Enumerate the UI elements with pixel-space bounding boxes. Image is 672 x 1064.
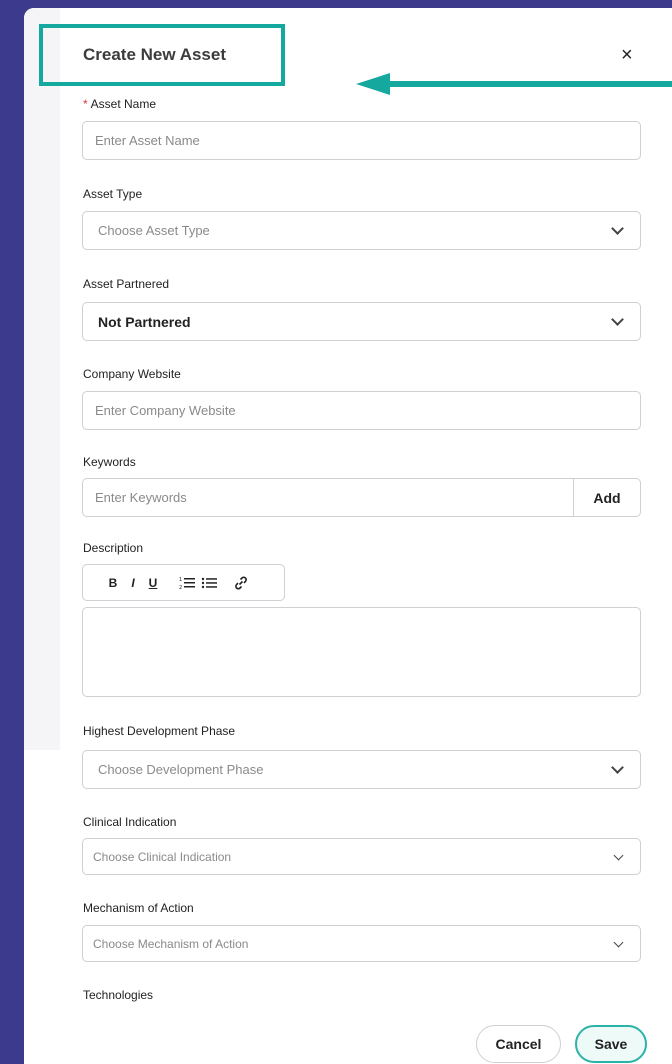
company-website-input[interactable]: Enter Company Website	[82, 391, 641, 430]
asset-type-select[interactable]: Choose Asset Type	[82, 211, 641, 250]
asset-partnered-value: Not Partnered	[98, 313, 191, 330]
company-website-label: Company Website	[83, 367, 181, 381]
mechanism-of-action-placeholder: Choose Mechanism of Action	[93, 936, 249, 951]
asset-partnered-select[interactable]: Not Partnered	[82, 302, 641, 341]
keywords-input[interactable]: Enter Keywords Add	[82, 478, 641, 517]
rich-text-toolbar: B I U 1 2	[82, 564, 285, 601]
svg-text:1: 1	[179, 577, 182, 583]
asset-name-placeholder: Enter Asset Name	[95, 133, 200, 148]
asset-type-label: Asset Type	[83, 187, 143, 201]
chevron-down-icon	[611, 760, 624, 774]
underline-icon[interactable]: U	[143, 576, 163, 590]
bullet-list-icon[interactable]	[201, 576, 219, 590]
link-icon[interactable]	[233, 575, 249, 591]
description-label: Description	[83, 541, 144, 555]
add-keyword-button[interactable]: Add	[573, 479, 640, 516]
cancel-button[interactable]: Cancel	[476, 1025, 561, 1063]
keywords-label: Keywords	[83, 455, 136, 469]
keywords-placeholder: Enter Keywords	[95, 490, 187, 505]
page-background	[0, 0, 24, 1064]
chevron-down-icon	[611, 312, 624, 326]
asset-name-label: * Asset Name	[83, 97, 157, 111]
chevron-down-icon	[613, 937, 624, 947]
asset-type-placeholder: Choose Asset Type	[98, 223, 210, 238]
clinical-indication-placeholder: Choose Clinical Indication	[93, 849, 232, 864]
development-phase-label: Highest Development Phase	[83, 724, 236, 738]
asset-name-input[interactable]: Enter Asset Name	[82, 121, 641, 160]
description-editor[interactable]	[82, 607, 641, 697]
chevron-down-icon	[611, 221, 624, 235]
mechanism-of-action-label: Mechanism of Action	[83, 901, 194, 915]
chevron-down-icon	[613, 850, 624, 860]
clinical-indication-select[interactable]: Choose Clinical Indication	[82, 838, 641, 875]
annotation-arrow-icon	[356, 73, 672, 95]
clinical-indication-label: Clinical Indication	[83, 815, 177, 829]
modal-title: Create New Asset	[83, 45, 226, 64]
development-phase-placeholder: Choose Development Phase	[98, 762, 264, 777]
modal-gutter	[24, 8, 60, 750]
asset-partnered-label: Asset Partnered	[83, 277, 170, 291]
company-website-placeholder: Enter Company Website	[95, 403, 236, 418]
italic-icon[interactable]: I	[123, 576, 143, 590]
mechanism-of-action-select[interactable]: Choose Mechanism of Action	[82, 925, 641, 962]
technologies-label: Technologies	[83, 988, 154, 1002]
bold-icon[interactable]: B	[103, 576, 123, 590]
close-icon[interactable]: ×	[621, 45, 633, 65]
save-button[interactable]: Save	[575, 1025, 647, 1063]
ordered-list-icon[interactable]: 1 2	[179, 576, 197, 590]
development-phase-select[interactable]: Choose Development Phase	[82, 750, 641, 789]
required-mark: *	[83, 97, 88, 111]
svg-text:2: 2	[179, 585, 182, 590]
